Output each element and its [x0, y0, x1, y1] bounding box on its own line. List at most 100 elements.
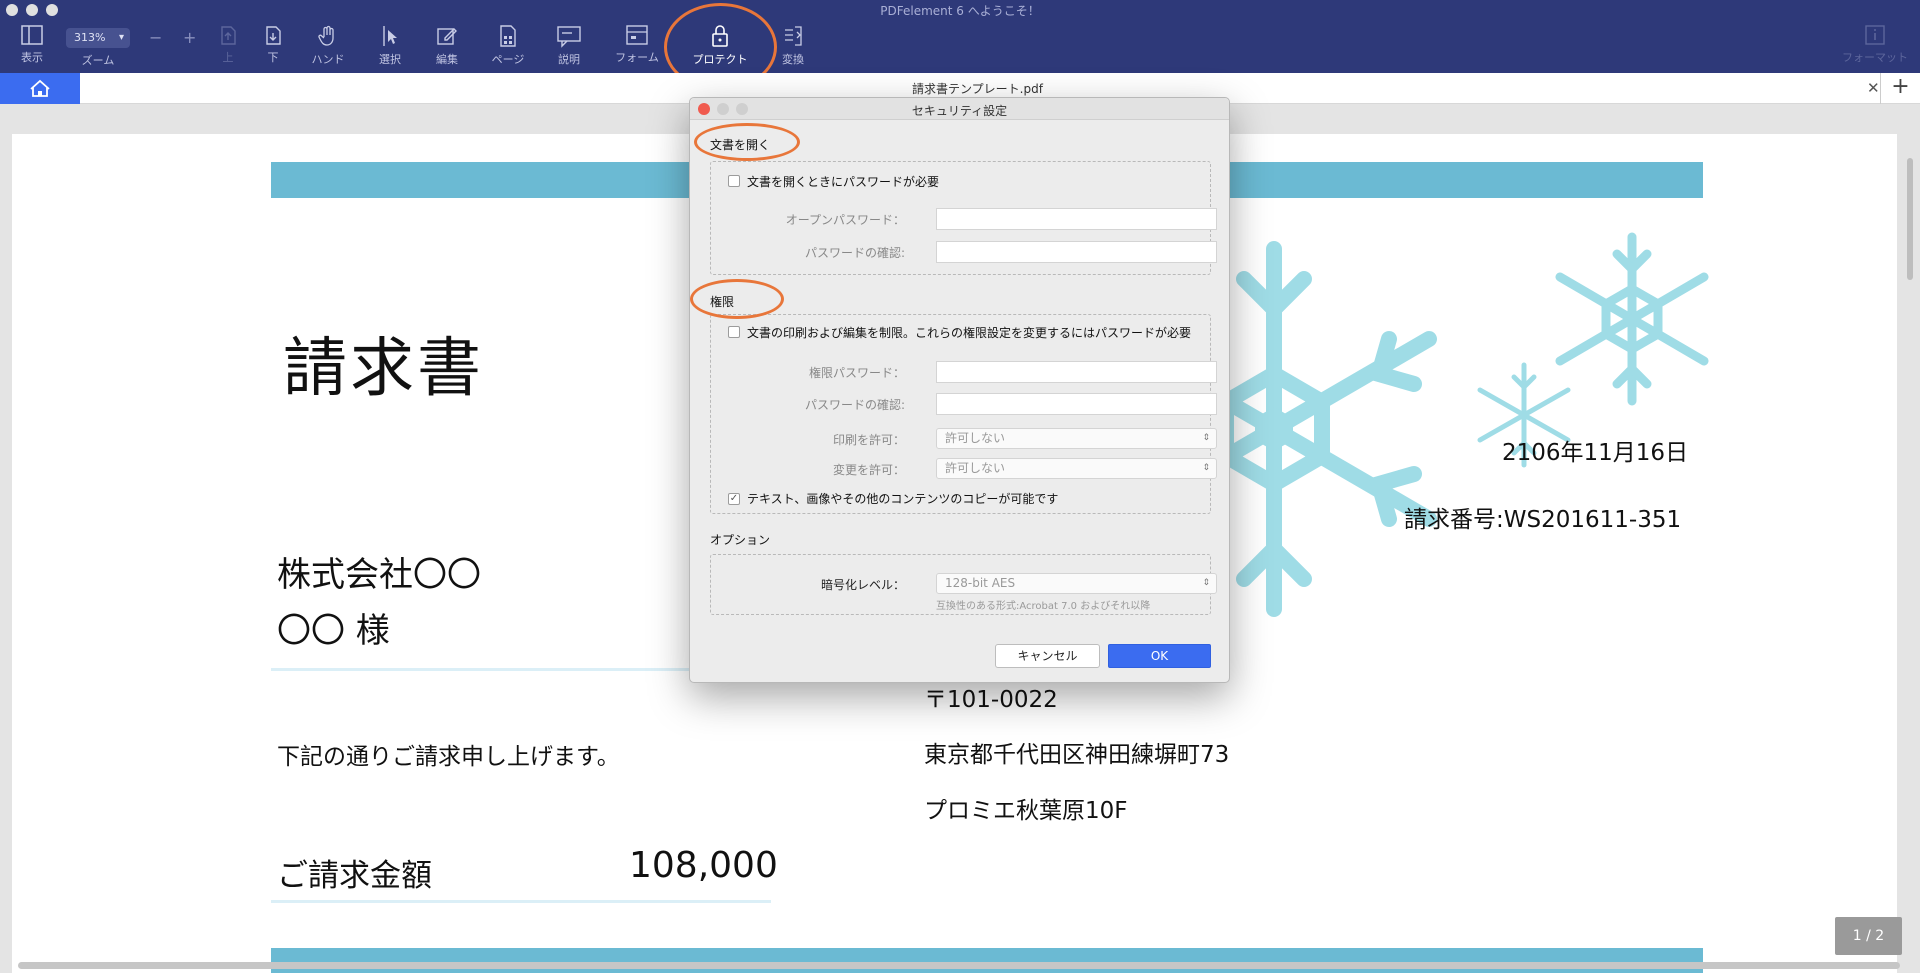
updown-arrows-icon: ⇕: [1202, 578, 1210, 588]
compatibility-note: 互換性のある形式:Acrobat 7.0 およびそれ以降: [936, 601, 1151, 612]
permissions-section-group: 文書の印刷および編集を制限。これらの権限設定を変更するにはパスワードが必要 権限…: [710, 314, 1217, 514]
amount-label: ご請求金額: [277, 858, 432, 894]
address-line: 東京都千代田区神田練塀町73: [924, 742, 1230, 768]
page-up-icon: [221, 26, 236, 45]
page-down-icon: [266, 26, 281, 45]
zoom-value: 313%: [74, 31, 106, 44]
postal-code: 〒101-0022: [924, 687, 1058, 713]
security-settings-dialog: セキュリティ設定 文書を開く 文書を開くときにパスワードが必要 オープンパスワー…: [689, 97, 1230, 683]
document-tab-title[interactable]: 請求書テンプレート.pdf: [0, 80, 1920, 97]
amount-value: 108,000: [629, 845, 778, 886]
open-section-group: 文書を開くときにパスワードが必要 オープンパスワード： パスワードの確認:: [710, 161, 1217, 275]
sidebar-icon: [21, 25, 43, 45]
company-name: 株式会社〇〇: [277, 555, 481, 595]
allow-copy-label: テキスト、画像やその他のコンテンツのコピーが可能です: [747, 492, 1059, 506]
page-indicator: 1 / 2: [1835, 917, 1902, 955]
page-down-button[interactable]: 下: [243, 24, 303, 65]
recipient-underline: [271, 668, 701, 671]
form-tool-label: フォーム: [615, 51, 659, 64]
change-allowed-label: 変更を許可：: [832, 463, 905, 477]
convert-tool-label: 変換: [782, 53, 804, 66]
bottom-color-band: [271, 948, 1703, 973]
open-password-field[interactable]: [936, 208, 1217, 230]
require-open-password-label: 文書を開くときにパスワードが必要: [747, 175, 940, 189]
hand-tool-label: ハンド: [311, 53, 345, 66]
restrict-editing-label: 文書の印刷および編集を制限。これらの権限設定を変更するにはパスワードが必要: [747, 326, 1192, 340]
recipient-name: 〇〇 様: [277, 611, 390, 651]
view-tool-label: 表示: [21, 51, 43, 64]
confirm-password-label: パスワードの確認:: [804, 246, 905, 260]
invoice-date: 2106年11月16日: [1502, 440, 1689, 466]
chevron-down-icon: ▾: [118, 32, 124, 43]
open-section-label: 文書を開く: [710, 138, 771, 152]
page-tool-button[interactable]: ページ: [478, 24, 538, 67]
vertical-scrollbar[interactable]: [1907, 158, 1913, 280]
format-tool-label: フォーマット: [1842, 51, 1908, 64]
zoom-select[interactable]: 313% ▾: [66, 28, 130, 48]
print-allowed-select[interactable]: 許可しない ⇕: [936, 428, 1217, 449]
restrict-editing-checkbox[interactable]: [728, 326, 740, 338]
change-allowed-select[interactable]: 許可しない ⇕: [936, 458, 1217, 479]
permission-confirm-label: パスワードの確認:: [804, 398, 905, 412]
format-tool-button[interactable]: フォーマット: [1835, 24, 1915, 65]
dialog-title: セキュリティ設定: [911, 104, 1008, 118]
edit-tool-label: 編集: [436, 53, 458, 66]
ok-button[interactable]: OK: [1108, 644, 1211, 668]
invoice-number: 請求番号:WS201611-351: [1404, 507, 1682, 533]
select-tool-label: 選択: [379, 53, 401, 66]
encryption-level-value: 128-bit AES: [945, 576, 1016, 590]
page-icon: [500, 25, 516, 47]
view-tool-button[interactable]: 表示: [2, 24, 62, 65]
document-title: 請求書: [283, 332, 484, 406]
zoom-label: ズーム: [81, 54, 115, 67]
dialog-titlebar: セキュリティ設定: [690, 98, 1229, 120]
convert-tool-button[interactable]: 変換: [763, 24, 823, 67]
updown-arrows-icon: ⇕: [1202, 463, 1210, 473]
form-tool-button[interactable]: フォーム: [607, 24, 667, 65]
comment-tool-label: 説明: [558, 53, 580, 66]
cursor-icon: [383, 26, 397, 46]
print-allowed-label: 印刷を許可：: [832, 433, 905, 447]
protect-tool-button[interactable]: プロテクト: [690, 24, 750, 67]
new-tab-button[interactable]: +: [1880, 73, 1920, 104]
change-allowed-value: 許可しない: [945, 461, 1006, 475]
lock-icon: [712, 25, 728, 47]
page-tool-label: ページ: [491, 53, 525, 66]
allow-copy-checkbox[interactable]: ✓: [728, 493, 740, 505]
hand-tool-button[interactable]: ハンド: [298, 24, 358, 67]
zoom-label-wrap: ズーム: [68, 52, 128, 68]
encryption-level-label: 暗号化レベル：: [820, 578, 905, 592]
confirm-password-field[interactable]: [936, 241, 1217, 263]
print-allowed-value: 許可しない: [945, 431, 1006, 445]
open-password-label: オープンパスワード：: [785, 213, 905, 227]
require-open-password-checkbox[interactable]: [728, 175, 740, 187]
form-icon: [626, 25, 648, 45]
select-tool-button[interactable]: 選択: [360, 24, 420, 67]
window-title: PDFelement 6 へようこそ！: [880, 4, 1040, 18]
edit-icon: [437, 28, 457, 45]
permission-confirm-field[interactable]: [936, 393, 1217, 415]
building-line: プロミエ秋葉原10F: [924, 798, 1128, 824]
comment-icon: [557, 26, 581, 48]
options-section-label: オプション: [710, 533, 771, 547]
permission-password-label: 権限パスワード：: [808, 366, 905, 380]
permissions-section-label: 権限: [710, 295, 735, 309]
options-section-group: 暗号化レベル： 128-bit AES ⇕ 互換性のある形式:Acrobat 7.…: [710, 554, 1217, 615]
zoom-out-button[interactable]: −: [149, 28, 162, 47]
hand-icon: [318, 25, 334, 46]
info-panel-icon: [1865, 25, 1885, 45]
comment-tool-button[interactable]: 説明: [539, 24, 599, 67]
main-toolbar: PDFelement 6 へようこそ！ 表示 313% ▾ ズーム − + 上 下…: [0, 0, 1920, 73]
close-tab-icon[interactable]: ✕: [1867, 79, 1880, 97]
intro-text: 下記の通りご請求申し上げます。: [277, 744, 620, 770]
zoom-in-button[interactable]: +: [183, 28, 196, 47]
convert-icon: [785, 26, 802, 46]
amount-underline: [271, 900, 771, 903]
updown-arrows-icon: ⇕: [1202, 433, 1210, 443]
page-down-label: 下: [267, 51, 279, 64]
cancel-button[interactable]: キャンセル: [995, 644, 1100, 668]
permission-password-field[interactable]: [936, 361, 1217, 383]
horizontal-scrollbar[interactable]: [18, 962, 1900, 969]
encryption-level-select[interactable]: 128-bit AES ⇕: [936, 573, 1217, 594]
edit-tool-button[interactable]: 編集: [417, 24, 477, 67]
